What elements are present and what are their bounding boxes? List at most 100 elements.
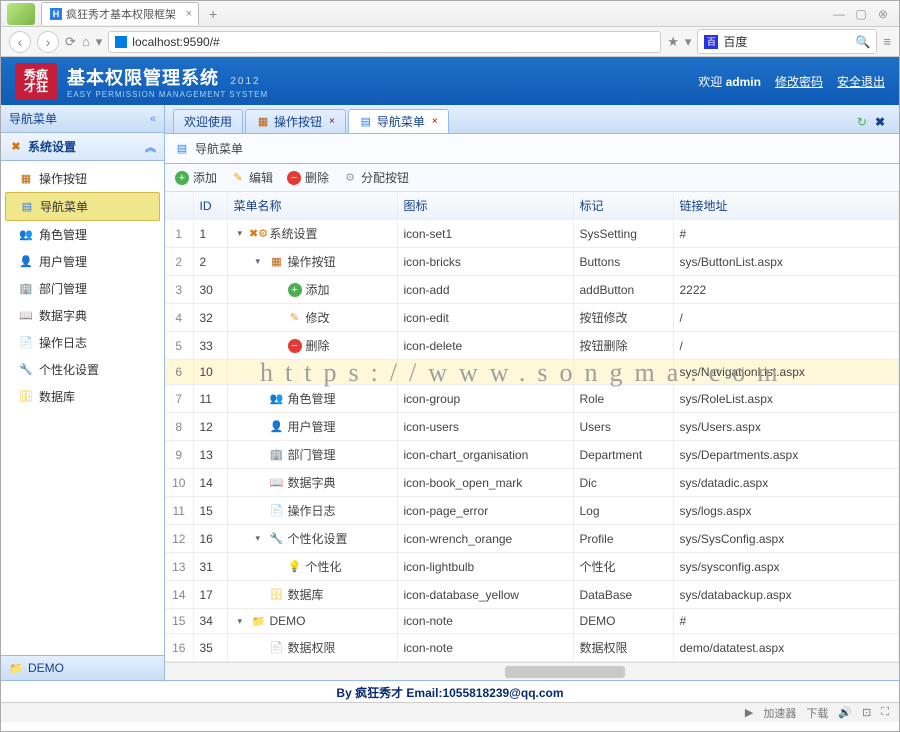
url-field[interactable]: localhost:9590/# (108, 31, 661, 53)
table-row[interactable]: 2 2 ▾▦操作按钮 icon-bricks Buttons sys/Butto… (165, 248, 899, 276)
col-mark[interactable]: 标记 (573, 192, 673, 220)
cell-link: sys/NavigationList.aspx (673, 360, 899, 385)
role-icon: 👥 (270, 392, 284, 406)
close-tab-icon[interactable]: × (186, 8, 192, 20)
tab-bricks[interactable]: ▦操作按钮× (245, 109, 346, 133)
cell-icon: icon-database_yellow (397, 581, 573, 609)
tree-expander-icon[interactable]: ▾ (256, 533, 266, 544)
new-tab-button[interactable]: + (201, 4, 225, 24)
cell-name: 👤用户管理 (227, 413, 397, 441)
table-row[interactable]: 5 33 −删除 icon-delete 按钮删除 / (165, 332, 899, 360)
close-tab-icon[interactable]: × (329, 116, 335, 127)
table-row[interactable]: 15 34 ▾📁DEMO icon-note DEMO # (165, 609, 899, 634)
sidebar-item-bricks[interactable]: ▦操作按钮 (1, 165, 164, 192)
col-icon[interactable]: 图标 (397, 192, 573, 220)
table-row[interactable]: 6 10 sys/NavigationList.aspx (165, 360, 899, 385)
sidebar-item-wrench[interactable]: 🔧个性化设置 (1, 356, 164, 383)
delete-button[interactable]: −删除 (287, 169, 329, 186)
sidebar-item-nav[interactable]: ▤导航菜单 (5, 192, 160, 221)
cell-icon: icon-chart_organisation (397, 441, 573, 469)
sidebar-item-dept[interactable]: 🏢部门管理 (1, 275, 164, 302)
table-row[interactable]: 16 35 📄数据权限 icon-note 数据权限 demo/datatest… (165, 634, 899, 662)
baidu-icon: 百 (704, 35, 718, 49)
table-row[interactable]: 1 1 ▾✖⚙系统设置 icon-set1 SysSetting # (165, 220, 899, 248)
col-name[interactable]: 菜单名称 (227, 192, 397, 220)
tab-welcome[interactable]: 欢迎使用 (173, 109, 243, 133)
dict-icon: 📖 (19, 309, 33, 323)
subtitle: EASY PERMISSION MANAGEMENT SYSTEM (67, 90, 268, 99)
browser-tabstrip: H 疯狂秀才基本权限框架 × + ― ▢ ⊗ (1, 1, 899, 27)
logout-link[interactable]: 安全退出 (837, 73, 885, 90)
edit-button[interactable]: ✎编辑 (231, 169, 273, 186)
minimize-icon[interactable]: ― (831, 7, 847, 21)
add-button[interactable]: +添加 (175, 169, 217, 186)
table-row[interactable]: 12 16 ▾🔧个性化设置 icon-wrench_orange Profile… (165, 525, 899, 553)
sidebar-item-log[interactable]: 📄操作日志 (1, 329, 164, 356)
col-id[interactable]: ID (193, 192, 227, 220)
close-window-icon[interactable]: ⊗ (875, 7, 891, 21)
cell-rownum: 8 (165, 413, 193, 441)
cell-mark: addButton (573, 276, 673, 304)
close-all-tabs-icon[interactable]: ✖ (875, 115, 885, 129)
cell-id: 34 (193, 609, 227, 634)
status-accelerator[interactable]: 加速器 (763, 705, 796, 721)
change-password-link[interactable]: 修改密码 (775, 73, 823, 90)
cell-rownum: 12 (165, 525, 193, 553)
folder-icon: 📁 (9, 661, 23, 675)
table-row[interactable]: 4 32 ✎修改 icon-edit 按钮修改 / (165, 304, 899, 332)
horizontal-scrollbar[interactable] (165, 662, 899, 680)
table-row[interactable]: 3 30 +添加 icon-add addButton 2222 (165, 276, 899, 304)
close-tab-icon[interactable]: × (432, 116, 438, 127)
browser-menu-icon[interactable]: ≡ (883, 34, 891, 49)
forward-button[interactable]: › (37, 31, 59, 53)
cell-link: sys/datadic.aspx (673, 469, 899, 497)
status-sound-icon[interactable]: 🔊 (838, 706, 852, 719)
table-row[interactable]: 10 14 📖数据字典 icon-book_open_mark Dic sys/… (165, 469, 899, 497)
home-icon[interactable]: ⌂ (82, 34, 90, 49)
status-fullscreen-icon[interactable]: ⛶ (881, 706, 889, 719)
wrench-icon: 🔧 (19, 363, 33, 377)
data-grid[interactable]: ID 菜单名称 图标 标记 链接地址 1 1 ▾✖⚙系统设置 icon-set1… (165, 192, 899, 662)
tree-expander-icon[interactable]: ▾ (238, 616, 248, 627)
table-row[interactable]: 9 13 🏢部门管理 icon-chart_organisation Depar… (165, 441, 899, 469)
table-row[interactable]: 11 15 📄操作日志 icon-page_error Log sys/logs… (165, 497, 899, 525)
search-field[interactable]: 百 百度 🔍 (697, 29, 877, 54)
table-row[interactable]: 14 17 🗄数据库 icon-database_yellow DataBase… (165, 581, 899, 609)
table-row[interactable]: 7 11 👥角色管理 icon-group Role sys/RoleList.… (165, 385, 899, 413)
refresh-icon[interactable]: ↻ (857, 115, 867, 129)
table-row[interactable]: 8 12 👤用户管理 icon-users Users sys/Users.as… (165, 413, 899, 441)
accordion-demo[interactable]: 📁 DEMO (1, 655, 164, 680)
sidebar-item-role[interactable]: 👥角色管理 (1, 221, 164, 248)
cell-name: ▾▦操作按钮 (227, 248, 397, 276)
assign-button[interactable]: ⚙分配按钮 (343, 169, 409, 186)
tree-expander-icon[interactable]: ▾ (256, 256, 266, 267)
bookmark-icon[interactable]: ★ (667, 34, 679, 50)
tree-expander-icon[interactable]: ▾ (238, 228, 248, 239)
tab-nav[interactable]: ▤导航菜单× (348, 109, 449, 133)
gear-small-icon: ⚙ (343, 171, 357, 185)
status-zoom-icon[interactable]: ⊡ (862, 706, 871, 719)
menu-icon[interactable]: ▾ (96, 34, 103, 50)
collapse-sidebar-icon[interactable]: « (150, 113, 156, 125)
cell-rownum: 1 (165, 220, 193, 248)
sidebar-item-user[interactable]: 👤用户管理 (1, 248, 164, 275)
maximize-icon[interactable]: ▢ (853, 7, 869, 21)
col-link[interactable]: 链接地址 (673, 192, 899, 220)
collapse-section-icon[interactable]: ︽ (145, 139, 156, 155)
status-download[interactable]: 下载 (806, 705, 828, 721)
back-button[interactable]: ‹ (9, 31, 31, 53)
col-rownum[interactable] (165, 192, 193, 220)
more-icon[interactable]: ▾ (685, 34, 692, 50)
browser-tab[interactable]: H 疯狂秀才基本权限框架 × (41, 2, 199, 25)
reload-icon[interactable]: ⟳ (65, 34, 76, 50)
search-icon[interactable]: 🔍 (855, 35, 870, 49)
sidebar-item-db[interactable]: 🗄数据库 (1, 383, 164, 410)
accordion-system-settings[interactable]: ✖ 系统设置 ︽ (1, 133, 164, 161)
nav-icon: ▤ (359, 115, 373, 129)
sidebar-item-dict[interactable]: 📖数据字典 (1, 302, 164, 329)
status-play-icon[interactable]: ▶ (745, 706, 753, 719)
cell-rownum: 16 (165, 634, 193, 662)
table-row[interactable]: 13 31 💡个性化 icon-lightbulb 个性化 sys/syscon… (165, 553, 899, 581)
scrollbar-thumb[interactable] (505, 666, 625, 678)
sidebar: 导航菜单 « ✖ 系统设置 ︽ ▦操作按钮▤导航菜单👥角色管理👤用户管理🏢部门管… (1, 105, 165, 680)
